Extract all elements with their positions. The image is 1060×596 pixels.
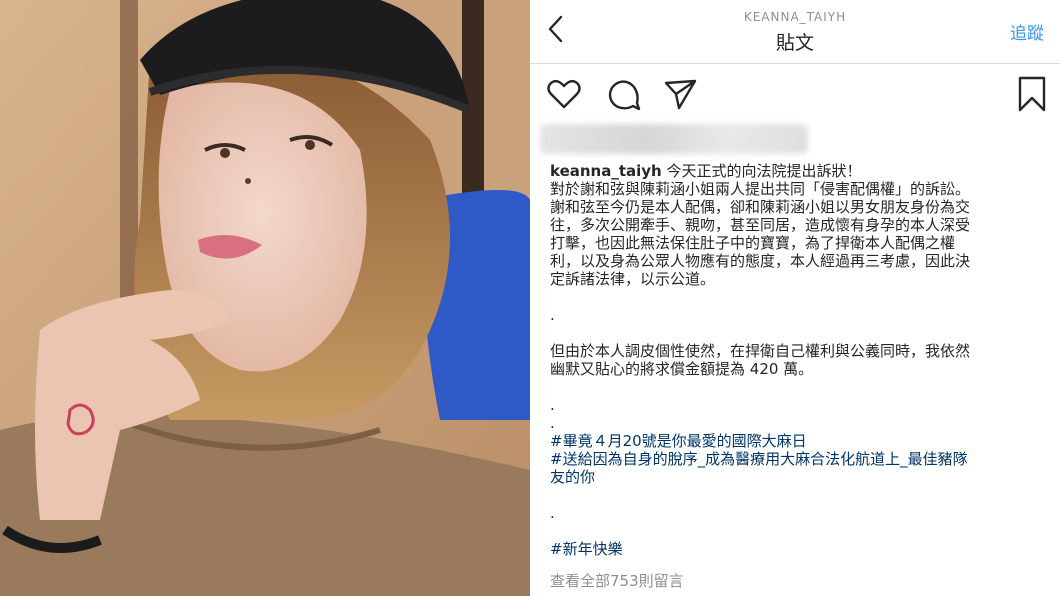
hashtag-link[interactable]: #畢竟４月20號是你最愛的國際大麻日 bbox=[550, 432, 1050, 450]
view-comments-link[interactable]: 查看全部753則留言 bbox=[550, 572, 1050, 590]
caption-dot: . bbox=[550, 414, 555, 432]
post-caption: keanna_taiyh 今天正式的向法院提出訴狀！ 對於謝和弦與陳莉涵小姐兩人… bbox=[550, 162, 1050, 590]
caption-text-line: 但由於本人調皮個性使然，在捍衛自己權利與公義同時，我依然 bbox=[550, 342, 971, 360]
caption-dot: . bbox=[550, 306, 555, 324]
caption-dot: . bbox=[550, 396, 555, 414]
post-header: KEANNA_TAIYH 貼文 追蹤 bbox=[530, 0, 1060, 64]
caption-text-line: 對於謝和弦與陳莉涵小姐兩人提出共同「侵害配偶權」的訴訟。 bbox=[550, 180, 971, 198]
caption-text-line: 幽默又貼心的將求償金額提為 420 萬。 bbox=[550, 360, 814, 378]
hashtag-link[interactable]: 友的你 bbox=[550, 468, 1050, 486]
caption-text-line: 謝和弦至今仍是本人配偶，卻和陳莉涵小姐以男女朋友身份為交 bbox=[550, 198, 971, 216]
hashtag-link[interactable]: #新年快樂 bbox=[550, 540, 1050, 558]
share-icon[interactable] bbox=[662, 76, 698, 112]
post-photo bbox=[0, 0, 530, 596]
comment-icon[interactable] bbox=[606, 76, 642, 112]
likes-count-blurred bbox=[540, 124, 808, 154]
caption-text-line: 利，以及身為公眾人物應有的態度，本人經過再三考慮，因此決 bbox=[550, 252, 971, 270]
page-title: 貼文 bbox=[775, 32, 814, 54]
header-username: KEANNA_TAIYH bbox=[743, 10, 847, 24]
bookmark-icon[interactable] bbox=[1014, 76, 1050, 112]
follow-button[interactable]: 追蹤 bbox=[1010, 19, 1044, 44]
caption-username[interactable]: keanna_taiyh bbox=[550, 162, 662, 180]
hashtag-link[interactable]: #送給因為自身的脫序_成為醫療用大麻合法化航道上_最佳豬隊 bbox=[550, 450, 1050, 468]
caption-first-line: keanna_taiyh 今天正式的向法院提出訴狀！ bbox=[550, 162, 862, 180]
post-panel: KEANNA_TAIYH 貼文 追蹤 keanna_taiyh 今天正式的向法院… bbox=[530, 0, 1060, 596]
heart-icon[interactable] bbox=[546, 76, 582, 112]
caption-text-line: 往，多次公開牽手、親吻，甚至同居，造成懷有身孕的本人深受 bbox=[550, 216, 971, 234]
caption-text-line: 定訴諸法律，以示公道。 bbox=[550, 270, 716, 288]
caption-text-line: 打擊，也因此無法保住肚子中的寶寶，為了捍衛本人配偶之權 bbox=[550, 234, 956, 252]
caption-dot: . bbox=[550, 504, 555, 522]
action-bar bbox=[530, 76, 1060, 116]
